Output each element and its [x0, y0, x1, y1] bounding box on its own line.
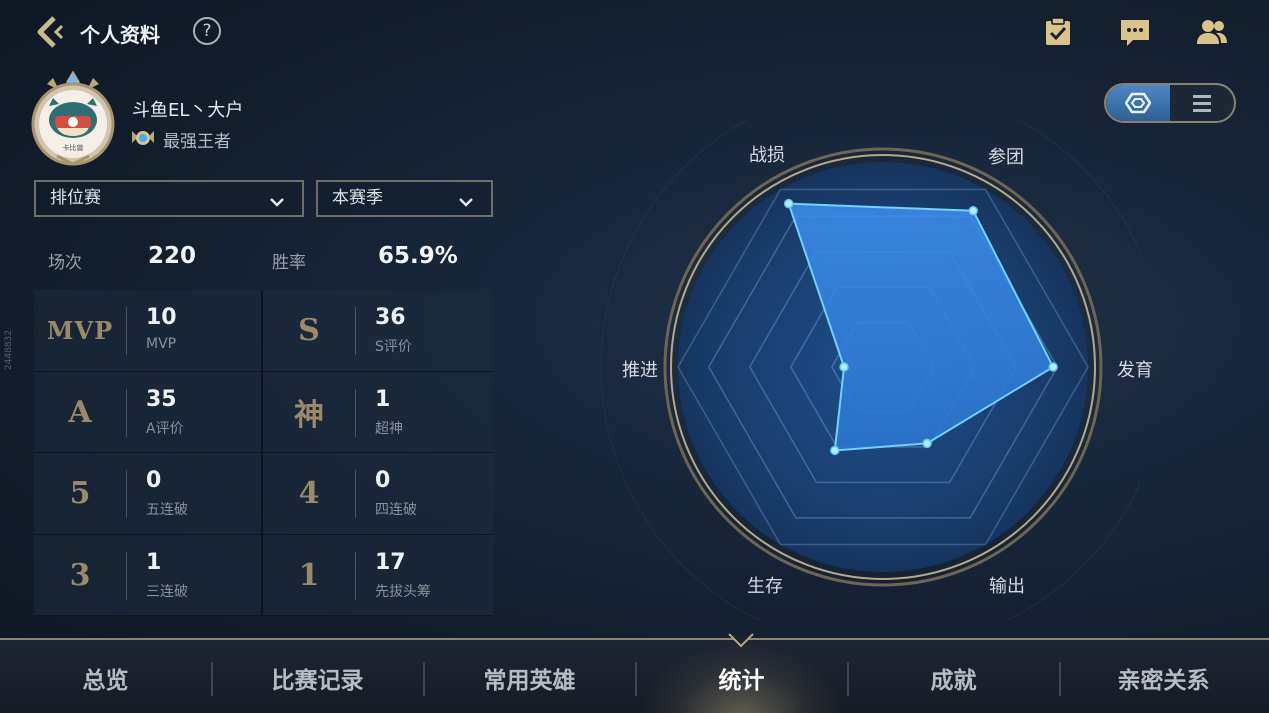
radar-label-shengcun: 生存 — [747, 576, 783, 597]
matches-value: 220 — [148, 243, 197, 269]
page-title: 个人资料 — [80, 23, 160, 47]
quadra-kill-icon: 4 — [298, 476, 320, 511]
radar-label-tuijin: 推进 — [622, 360, 658, 381]
help-icon[interactable]: ? — [193, 17, 221, 45]
radar-label-fayu: 发育 — [1117, 360, 1153, 381]
a-grade-icon: A — [68, 394, 92, 430]
mode-dropdown-value: 排位赛 — [50, 188, 101, 208]
nav-tab-match-history[interactable]: 比赛记录 — [212, 640, 423, 713]
stat-value: 10 — [146, 305, 177, 330]
rank-badge-icon — [130, 127, 156, 149]
divider — [126, 307, 127, 355]
rank-title: 最强王者 — [163, 132, 231, 152]
stat-label: 超神 — [375, 420, 403, 437]
active-tab-indicator-icon — [727, 632, 755, 650]
avatar[interactable]: 卡比兽 — [27, 70, 119, 166]
list-view-button[interactable] — [1170, 85, 1234, 121]
radar-label-zhansun: 战损 — [749, 145, 785, 166]
divider — [355, 470, 356, 518]
winrate-label: 胜率 — [272, 253, 306, 273]
winrate-value: 65.9% — [378, 243, 458, 269]
nav-tab-common-heroes[interactable]: 常用英雄 — [424, 640, 635, 713]
nav-tab-achievements[interactable]: 成就 — [848, 640, 1059, 713]
view-toggle[interactable] — [1104, 83, 1236, 123]
chevron-down-icon — [457, 190, 475, 208]
stat-label: 三连破 — [146, 583, 188, 600]
stat-cell-mvp: MVP 10 MVP — [34, 290, 263, 372]
stat-cell-first-blood: 1 17 先拔头筹 — [263, 534, 493, 616]
divider — [355, 551, 356, 600]
divider — [126, 470, 127, 518]
stat-value: 0 — [146, 468, 162, 493]
radar-point-tuijin — [839, 362, 849, 372]
stat-cell-godlike: 神 1 超神 — [263, 371, 493, 453]
stat-value: 35 — [146, 386, 177, 412]
mvp-icon: MVP — [46, 316, 114, 345]
list-view-icon — [1193, 95, 1211, 112]
radar-point-fayu — [1048, 362, 1058, 372]
season-dropdown[interactable]: 本赛季 — [316, 180, 493, 217]
radar-point-zhansun — [783, 198, 794, 209]
divider — [355, 307, 356, 355]
player-name: 斗鱼EL丶大户 — [132, 100, 244, 121]
bottom-nav: 总览 比赛记录 常用英雄 统计 成就 亲密关系 — [0, 638, 1269, 713]
stat-cell-a: A 35 A评价 — [34, 371, 263, 453]
mode-dropdown[interactable]: 排位赛 — [34, 180, 304, 217]
stat-label: 先拔头筹 — [375, 583, 431, 600]
stat-value: 36 — [375, 305, 406, 330]
stat-label: 四连破 — [375, 502, 417, 518]
stat-label: S评价 — [375, 339, 412, 355]
radar-point-cantuan — [968, 206, 978, 216]
stat-grid: MVP 10 MVP S 36 S评价 A 35 A评价 神 1 超神 5 0 … — [34, 290, 493, 616]
nav-tab-relations[interactable]: 亲密关系 — [1058, 640, 1269, 713]
stat-cell-triple: 3 1 三连破 — [34, 534, 263, 616]
s-grade-icon: S — [298, 313, 320, 348]
nav-tab-overview[interactable]: 总览 — [0, 640, 211, 713]
stat-value: 0 — [375, 468, 391, 493]
stat-cell-penta: 5 0 五连破 — [34, 453, 263, 535]
radar-point-shengcun — [830, 445, 840, 456]
radar-label-shuchu: 输出 — [989, 576, 1025, 597]
stat-value: 1 — [375, 386, 391, 412]
triple-kill-icon: 3 — [69, 557, 91, 593]
stat-label: A评价 — [146, 420, 184, 437]
friends-icon[interactable] — [1196, 16, 1228, 48]
radar-view-icon — [1125, 92, 1151, 114]
chat-icon[interactable] — [1119, 16, 1151, 48]
chevron-down-icon — [268, 190, 286, 208]
divider — [355, 388, 356, 437]
stat-label: 五连破 — [146, 502, 188, 518]
avatar-caption: 卡比兽 — [63, 143, 84, 152]
matches-label: 场次 — [48, 253, 82, 273]
stat-cell-quadra: 4 0 四连破 — [263, 453, 493, 535]
first-blood-icon: 1 — [298, 557, 320, 593]
divider — [126, 551, 127, 600]
stat-cell-s: S 36 S评价 — [263, 290, 493, 372]
penta-kill-icon: 5 — [69, 476, 91, 511]
back-arrow-icon — [37, 16, 64, 48]
task-checklist-icon[interactable] — [1042, 16, 1074, 48]
divider — [126, 388, 127, 437]
nav-tab-statistics[interactable]: 统计 — [636, 640, 847, 713]
radar-view-button[interactable] — [1106, 85, 1170, 121]
back-button[interactable] — [34, 14, 70, 50]
stat-label: MVP — [146, 336, 177, 352]
side-id-watermark: 2448832 — [4, 330, 14, 371]
radar-point-shuchu — [922, 438, 932, 449]
radar-label-cantuan: 参团 — [988, 147, 1024, 168]
stat-value: 17 — [375, 549, 406, 575]
stat-value: 1 — [146, 549, 162, 575]
season-dropdown-value: 本赛季 — [332, 188, 383, 208]
godlike-icon: 神 — [294, 398, 324, 433]
